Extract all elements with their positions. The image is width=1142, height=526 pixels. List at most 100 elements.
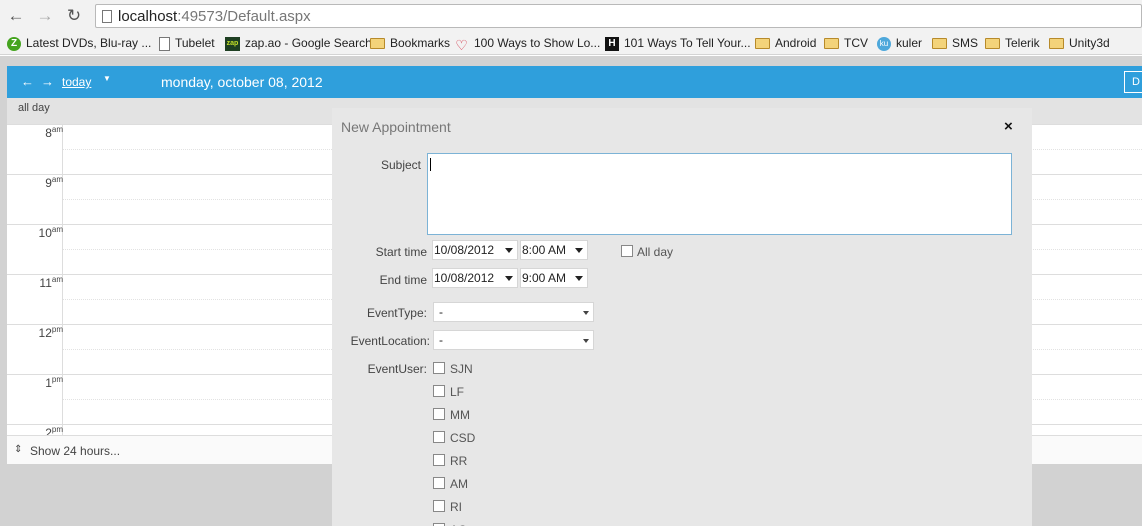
browser-toolbar: ← → ↻ localhost:49573/Default.aspx xyxy=(0,0,1142,32)
user-checkbox-ri[interactable] xyxy=(433,500,445,512)
green-z-icon: Z xyxy=(7,36,21,51)
user-label: MM xyxy=(450,408,470,422)
heart-icon: ♡ xyxy=(455,36,468,53)
bookmark-label: SMS xyxy=(952,36,979,50)
hour-label: 2pm xyxy=(45,425,63,435)
user-checkbox-csd[interactable] xyxy=(433,431,445,443)
zap-icon: zap xyxy=(225,36,240,51)
bookmark-android[interactable]: Android xyxy=(755,35,816,52)
bookmark-label: Bookmarks xyxy=(390,36,451,50)
all-day-checkbox[interactable] xyxy=(621,245,633,257)
kuler-icon: ku xyxy=(877,36,891,51)
dropdown-arrow-icon[interactable] xyxy=(575,276,583,281)
h-icon: H xyxy=(605,36,619,51)
text-cursor xyxy=(430,158,431,171)
new-appointment-dialog: New Appointment × Subject Start time 10/… xyxy=(332,108,1032,526)
bookmark-label: 101 Ways To Tell Your... xyxy=(624,36,751,50)
hour-label: 12pm xyxy=(38,325,63,340)
bookmark-tubelet[interactable]: Tubelet xyxy=(159,35,215,52)
reload-icon[interactable]: ↻ xyxy=(64,6,84,26)
prev-arrow-icon[interactable]: ← xyxy=(21,74,34,89)
url-host: localhost xyxy=(118,8,178,25)
folder-icon xyxy=(824,38,839,49)
bookmark-latest-dvds[interactable]: Z Latest DVDs, Blu-ray ... xyxy=(7,35,151,52)
user-checkbox-mm[interactable] xyxy=(433,408,445,420)
hour-label: 1pm xyxy=(45,375,63,390)
subject-label: Subject xyxy=(380,158,421,172)
show-24-hours-link[interactable]: Show 24 hours... xyxy=(30,444,120,458)
folder-icon xyxy=(932,38,947,49)
event-user-label: EventUser: xyxy=(367,362,427,376)
hour-label: 10am xyxy=(38,225,63,240)
bookmark-kuler[interactable]: ku kuler xyxy=(877,35,922,52)
bookmark-unity3d[interactable]: Unity3d xyxy=(1049,35,1110,52)
expand-icon[interactable]: ⇕ xyxy=(14,444,22,455)
start-time-picker[interactable]: 8:00 AM xyxy=(520,240,588,260)
user-checkbox-sjn[interactable] xyxy=(433,362,445,374)
bookmark-label: Tubelet xyxy=(175,36,215,50)
bookmark-100-ways[interactable]: ♡ 100 Ways to Show Lo... xyxy=(454,35,601,53)
bookmark-label: Telerik xyxy=(1005,36,1040,50)
user-label: RR xyxy=(450,454,468,468)
end-date-picker[interactable]: 10/08/2012 xyxy=(432,268,518,288)
bookmark-label: Android xyxy=(775,36,817,50)
dialog-title: New Appointment xyxy=(341,119,451,135)
hour-label: 9am xyxy=(45,175,63,190)
chevron-down-icon[interactable]: ▼ xyxy=(103,74,111,83)
dropdown-arrow-icon[interactable] xyxy=(505,276,513,281)
end-time-label: End time xyxy=(379,273,427,287)
bookmark-label: Latest DVDs, Blu-ray ... xyxy=(26,36,152,50)
next-arrow-icon[interactable]: → xyxy=(41,74,54,89)
event-location-select[interactable]: - xyxy=(433,330,594,350)
user-checkbox-lf[interactable] xyxy=(433,385,445,397)
folder-icon xyxy=(370,38,385,49)
bookmark-sms[interactable]: SMS xyxy=(932,35,978,52)
chevron-down-icon[interactable] xyxy=(583,339,589,343)
subject-field[interactable] xyxy=(427,153,1012,235)
forward-arrow-icon[interactable]: → xyxy=(35,6,55,26)
scheduler-header: ← → today ▼ monday, october 08, 2012 D xyxy=(7,66,1142,98)
user-checkbox-rr[interactable] xyxy=(433,454,445,466)
bookmark-telerik[interactable]: Telerik xyxy=(985,35,1040,52)
folder-icon xyxy=(755,38,770,49)
hour-label: 8am xyxy=(45,125,63,140)
today-link[interactable]: today xyxy=(62,75,91,89)
user-label: CSD xyxy=(450,431,476,445)
view-day-button[interactable]: D xyxy=(1124,71,1142,93)
bookmark-label: kuler xyxy=(896,36,923,50)
bookmark-tcv[interactable]: TCV xyxy=(824,35,868,52)
dropdown-arrow-icon[interactable] xyxy=(575,248,583,253)
user-label: SJN xyxy=(450,362,473,376)
page-icon xyxy=(159,36,170,51)
bookmark-101-ways[interactable]: H 101 Ways To Tell Your... xyxy=(605,35,751,52)
all-day-label: all day xyxy=(18,102,50,114)
event-location-label: EventLocation: xyxy=(350,334,430,348)
address-bar[interactable]: localhost:49573/Default.aspx xyxy=(95,4,1142,28)
bookmark-zap[interactable]: zap zap.ao - Google Search xyxy=(225,35,372,52)
bookmark-label: TCV xyxy=(844,36,868,50)
close-icon[interactable]: × xyxy=(1004,118,1013,135)
bookmarks-bar: Z Latest DVDs, Blu-ray ... Tubelet zap zap… xyxy=(0,32,1142,55)
user-label: RI xyxy=(450,500,462,514)
back-arrow-icon[interactable]: ← xyxy=(6,6,26,26)
folder-icon xyxy=(1049,38,1064,49)
user-label: LF xyxy=(450,385,465,399)
bookmark-bookmarks[interactable]: Bookmarks xyxy=(370,35,450,52)
chevron-down-icon[interactable] xyxy=(583,311,589,315)
all-day-label: All day xyxy=(637,245,674,259)
event-type-select[interactable]: - xyxy=(433,302,594,322)
user-label: AM xyxy=(450,477,468,491)
event-type-label: EventType: xyxy=(366,306,427,320)
user-checkbox-am[interactable] xyxy=(433,477,445,489)
dropdown-arrow-icon[interactable] xyxy=(505,248,513,253)
folder-icon xyxy=(985,38,1000,49)
bookmark-label: Unity3d xyxy=(1069,36,1110,50)
end-time-picker[interactable]: 9:00 AM xyxy=(520,268,588,288)
page-icon xyxy=(102,10,112,23)
start-time-label: Start time xyxy=(375,245,427,259)
bookmark-label: 100 Ways to Show Lo... xyxy=(474,36,601,50)
start-date-picker[interactable]: 10/08/2012 xyxy=(432,240,518,260)
url-path: :49573/Default.aspx xyxy=(177,8,311,25)
date-title: monday, october 08, 2012 xyxy=(161,74,323,90)
hour-label: 11am xyxy=(39,275,63,290)
